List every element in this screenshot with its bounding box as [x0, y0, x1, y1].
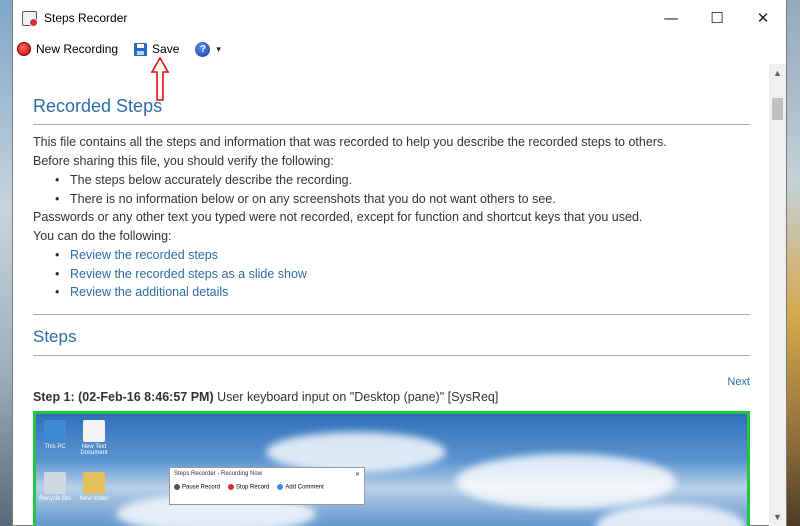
desktop-icon-label: New folder	[79, 495, 109, 502]
mini-stop-label: Stop Record	[236, 484, 270, 491]
this-pc-icon	[44, 419, 66, 442]
list-item: There is no information below or on any …	[55, 190, 750, 209]
new-recording-button[interactable]: New Recording	[17, 42, 118, 56]
desktop-icon-label: Recycle Bin	[39, 495, 71, 502]
list-item: The steps below accurately describe the …	[55, 171, 750, 190]
report-content: Recorded Steps This file contains all th…	[13, 64, 770, 526]
cloud-shape	[596, 503, 746, 526]
help-button[interactable]: ? ▾	[195, 41, 221, 57]
chevron-down-icon[interactable]: ▾	[216, 44, 221, 55]
review-links-list: Review the recorded steps Review the rec…	[33, 246, 750, 302]
recorded-steps-heading: Recorded Steps	[33, 96, 750, 125]
comment-icon	[277, 483, 284, 490]
intro-line-1: This file contains all the steps and inf…	[33, 135, 667, 149]
next-link[interactable]: Next	[33, 376, 750, 388]
passwords-note: Passwords or any other text you typed we…	[33, 210, 643, 224]
steps-heading: Steps	[33, 313, 750, 356]
desktop-icon-label: This PC	[44, 443, 66, 450]
verify-list: The steps below accurately describe the …	[33, 171, 750, 208]
list-item: Review the recorded steps as a slide sho…	[55, 265, 750, 284]
save-label: Save	[152, 42, 180, 56]
folder-icon	[83, 471, 105, 494]
stop-icon	[228, 483, 235, 490]
desktop-icon-label: New Text Document	[80, 443, 108, 456]
list-item: Review the recorded steps	[55, 246, 750, 265]
mini-pause-label: Pause Record	[182, 484, 221, 491]
mini-comment-label: Add Comment	[285, 484, 324, 491]
step-1-description: Step 1: (02-Feb-16 8:46:57 PM) User keyb…	[33, 390, 750, 404]
save-button[interactable]: Save	[134, 42, 179, 56]
mini-stop-item: Stop Record	[228, 483, 270, 491]
help-icon: ?	[195, 41, 211, 57]
steps-recorder-app-icon	[22, 10, 38, 27]
scroll-up-icon[interactable]: ▲	[769, 64, 786, 82]
mini-comment-item: Add Comment	[277, 483, 324, 491]
mini-toolbar: Pause Record Stop Record Add Comment	[170, 481, 364, 494]
cloud-shape	[456, 453, 676, 509]
title-bar: Steps Recorder — ☐ ✕	[13, 0, 786, 36]
new-recording-label: New Recording	[36, 42, 119, 56]
cloud-shape	[266, 431, 446, 472]
steps-recorder-window: Steps Recorder — ☐ ✕ New Recording Save …	[12, 0, 787, 526]
step-1-text: User keyboard input on "Desktop (pane)" …	[213, 389, 499, 404]
close-button[interactable]: ✕	[740, 0, 786, 36]
mini-close-icon: ✕	[354, 471, 360, 478]
mini-recorder-window: Steps Recorder - Recording Now ✕ Pause R…	[169, 466, 365, 505]
step-1-screenshot[interactable]: This PC New Text Document Recycle Bin Ne…	[33, 410, 750, 526]
save-icon	[134, 42, 148, 56]
maximize-button[interactable]: ☐	[694, 0, 740, 36]
mini-title-bar: Steps Recorder - Recording Now ✕	[170, 468, 364, 481]
additional-details-link[interactable]: Review the additional details	[70, 285, 228, 299]
scrollbar-thumb[interactable]	[772, 98, 783, 120]
desktop-background-left	[0, 0, 12, 526]
scroll-down-icon[interactable]: ▼	[769, 508, 786, 526]
desktop-background-right	[787, 0, 800, 526]
record-icon	[17, 42, 31, 56]
minimize-button[interactable]: —	[648, 0, 694, 36]
review-steps-link[interactable]: Review the recorded steps	[70, 248, 218, 262]
slide-show-link[interactable]: Review the recorded steps as a slide sho…	[70, 267, 307, 281]
text-document-icon	[83, 419, 105, 442]
mini-pause-item: Pause Record	[174, 483, 221, 491]
pause-icon	[174, 483, 180, 490]
toolbar: New Recording Save ? ▾	[13, 36, 786, 62]
mini-window-title: Steps Recorder - Recording Now	[174, 470, 263, 477]
recycle-bin-icon	[44, 471, 66, 494]
window-title: Steps Recorder	[44, 11, 128, 25]
list-item: Review the additional details	[55, 283, 750, 302]
intro-line-2: Before sharing this file, you should ver…	[33, 154, 334, 168]
step-1-label: Step 1: (02-Feb-16 8:46:57 PM)	[33, 389, 214, 404]
can-do-text: You can do the following:	[33, 229, 172, 243]
vertical-scrollbar[interactable]: ▲ ▼	[769, 64, 786, 526]
